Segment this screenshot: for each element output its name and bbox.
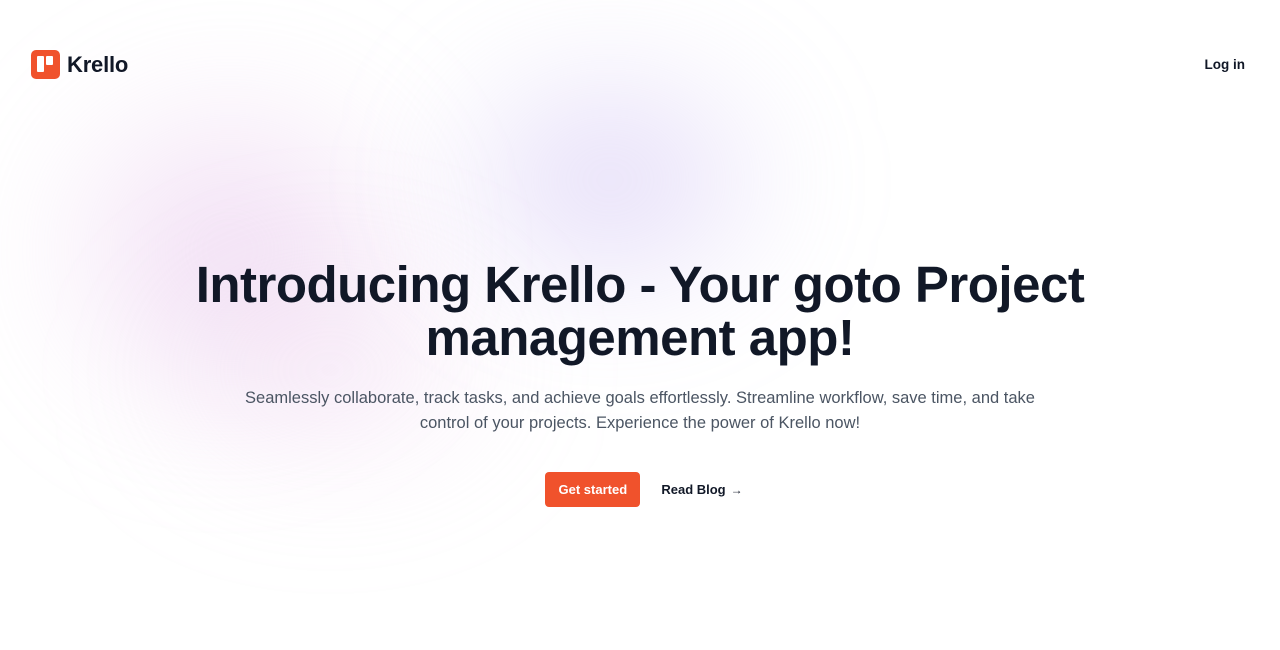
- krello-logo-icon: [31, 50, 60, 79]
- read-blog-label: Read Blog: [661, 482, 726, 497]
- hero-title: Introducing Krello - Your goto Project m…: [195, 256, 1085, 366]
- brand-name: Krello: [67, 51, 129, 77]
- brand-logo-link[interactable]: Krello: [31, 50, 128, 79]
- hero-subtitle: Seamlessly collaborate, track tasks, and…: [245, 389, 1035, 432]
- hero-section: Introducing Krello - Your goto Project m…: [0, 258, 1280, 507]
- site-header: Krello Log in: [0, 30, 1280, 100]
- landing-page: Krello Log in Introducing Krello - Your …: [0, 0, 1280, 650]
- hero-actions: Get started Read Blog →: [0, 472, 1280, 507]
- get-started-button[interactable]: Get started: [545, 472, 641, 507]
- arrow-right-icon: →: [730, 482, 743, 497]
- read-blog-link[interactable]: Read Blog →: [661, 482, 742, 497]
- login-link[interactable]: Log in: [1205, 57, 1246, 72]
